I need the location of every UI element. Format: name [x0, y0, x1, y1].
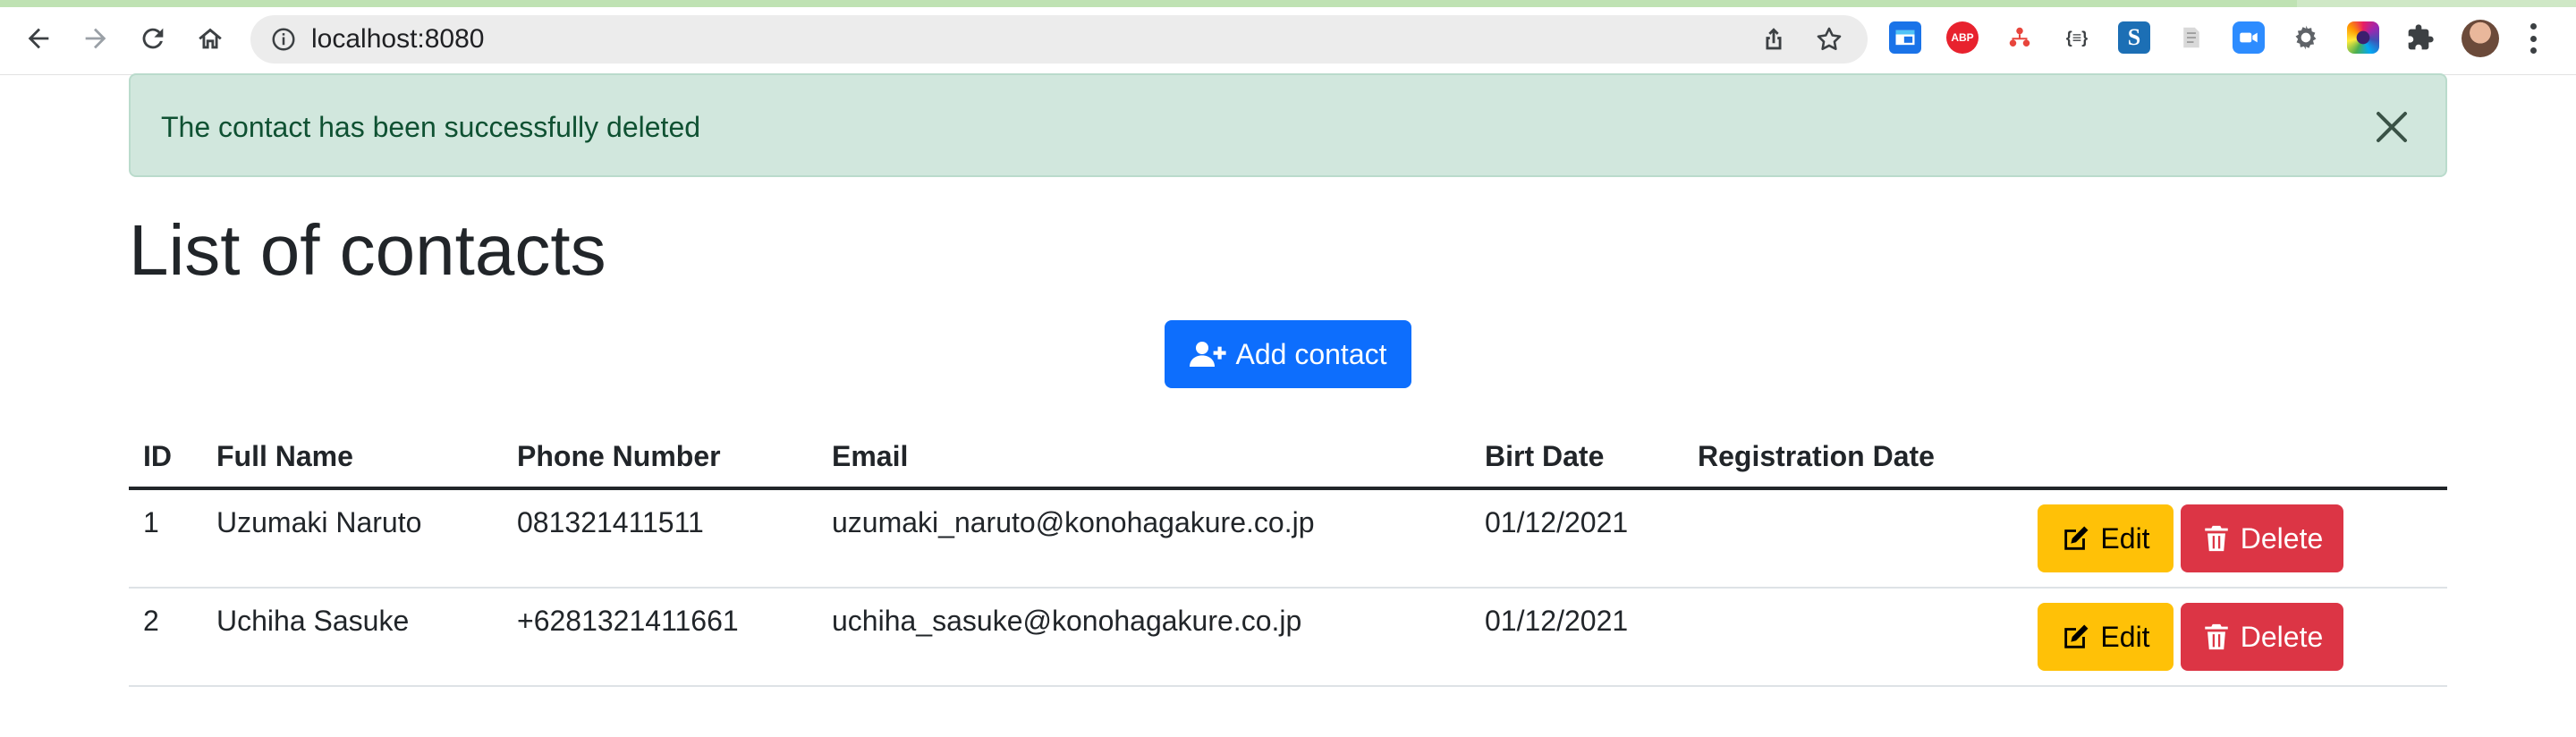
arrow-left-icon	[28, 28, 49, 49]
back-button[interactable]	[20, 20, 57, 57]
delete-button[interactable]: Delete	[2181, 504, 2343, 572]
edit-icon	[2064, 526, 2089, 550]
header-email: Email	[832, 440, 909, 472]
add-contact-label: Add contact	[1235, 337, 1387, 370]
s-extension-icon[interactable]: S	[2118, 21, 2150, 54]
user-plus-icon	[1189, 342, 1226, 367]
generic-extension-icon[interactable]	[1889, 21, 1921, 54]
cell-phone: 081321411511	[517, 506, 704, 538]
edit-button[interactable]: Edit	[2038, 504, 2174, 572]
home-icon	[199, 28, 222, 49]
edit-label: Edit	[2100, 620, 2150, 653]
cell-email: uzumaki_naruto@konohagakure.co.jp	[832, 506, 1315, 538]
table-row: 1 Uzumaki Naruto 081321411511 uzumaki_na…	[129, 490, 2447, 589]
delete-label: Delete	[2240, 620, 2324, 653]
url-text: localhost:8080	[311, 24, 485, 54]
success-alert: The contact has been successfully delete…	[129, 73, 2447, 177]
gear-extension-icon[interactable]	[2290, 21, 2322, 54]
alert-message: The contact has been successfully delete…	[161, 111, 701, 143]
browser-toolbar: localhost:8080 ABP {≡} S	[0, 0, 2576, 75]
cell-phone: +6281321411661	[517, 605, 739, 637]
document-extension-icon[interactable]	[2175, 21, 2207, 54]
arrow-right-icon	[85, 28, 106, 49]
cell-birth-date: 01/12/2021	[1485, 506, 1629, 538]
contacts-table: ID Full Name Phone Number Email Birt Dat…	[129, 422, 2447, 687]
trash-icon	[2205, 623, 2228, 650]
org-chart-extension-icon[interactable]	[2004, 21, 2036, 54]
cell-email: uchiha_sasuke@konohagakure.co.jp	[832, 605, 1302, 637]
forward-button[interactable]	[77, 20, 114, 57]
json-formatter-icon[interactable]: {≡}	[2061, 21, 2093, 54]
reload-button[interactable]	[134, 20, 172, 57]
home-button[interactable]	[191, 20, 229, 57]
site-info-icon[interactable]	[270, 26, 297, 53]
browser-menu-icon[interactable]	[2528, 23, 2538, 54]
close-icon[interactable]	[2374, 109, 2410, 145]
video-call-extension-icon[interactable]	[2233, 21, 2265, 54]
extensions-puzzle-icon[interactable]	[2404, 21, 2436, 54]
table-row: 2 Uchiha Sasuke +6281321411661 uchiha_sa…	[129, 589, 2447, 687]
edit-icon	[2064, 624, 2089, 648]
profile-avatar[interactable]	[2462, 20, 2499, 57]
address-bar[interactable]: localhost:8080	[250, 15, 1868, 64]
header-registration-date: Registration Date	[1698, 440, 1935, 472]
trash-icon	[2205, 525, 2228, 552]
table-header: ID Full Name Phone Number Email Birt Dat…	[129, 422, 2447, 490]
header-birth-date: Birt Date	[1485, 440, 1605, 472]
color-picker-extension-icon[interactable]	[2347, 21, 2379, 54]
add-contact-button[interactable]: Add contact	[1165, 320, 1411, 388]
delete-label: Delete	[2240, 521, 2324, 555]
cell-id: 1	[143, 506, 159, 538]
bookmark-star-icon[interactable]	[1814, 24, 1844, 55]
cell-id: 2	[143, 605, 159, 637]
header-phone-number: Phone Number	[517, 440, 721, 472]
page-load-progress	[0, 0, 2576, 7]
reload-icon	[142, 28, 164, 49]
cell-full-name: Uzumaki Naruto	[216, 506, 422, 538]
edit-label: Edit	[2100, 521, 2150, 555]
header-full-name: Full Name	[216, 440, 353, 472]
header-id: ID	[143, 440, 172, 472]
cell-full-name: Uchiha Sasuke	[216, 605, 410, 637]
delete-button[interactable]: Delete	[2181, 603, 2343, 671]
page-title: List of contacts	[129, 210, 606, 290]
share-icon[interactable]	[1758, 24, 1789, 55]
edit-button[interactable]: Edit	[2038, 603, 2174, 671]
cell-birth-date: 01/12/2021	[1485, 605, 1629, 637]
adblock-plus-icon[interactable]: ABP	[1946, 21, 1979, 54]
